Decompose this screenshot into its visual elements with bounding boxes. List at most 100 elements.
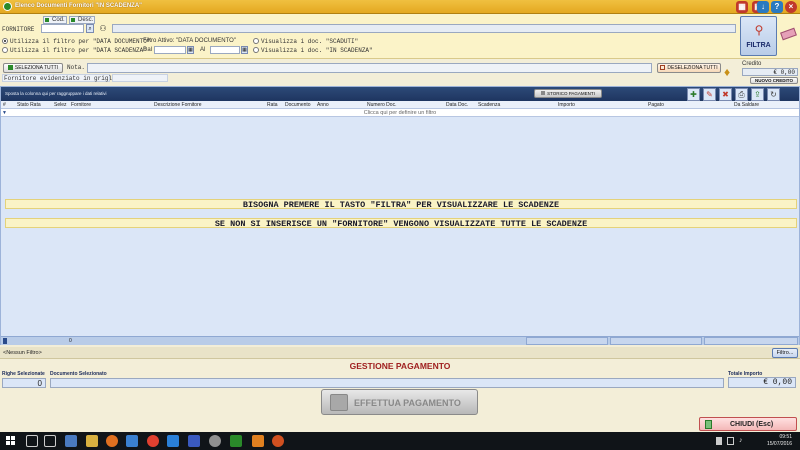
start-icon[interactable] <box>6 436 16 446</box>
total-importo-cell <box>526 337 608 345</box>
app-green-icon[interactable] <box>230 435 242 447</box>
dal-date-field[interactable] <box>154 46 186 54</box>
col-anno[interactable]: Anno <box>317 102 329 108</box>
chiudi-label: CHIUDI (Esc) <box>730 421 774 428</box>
seleziona-tutti-button[interactable]: SELEZIONA TUTTI <box>3 63 63 73</box>
chiudi-button[interactable]: CHIUDI (Esc) <box>699 417 797 431</box>
action-row: SELEZIONA TUTTI Nota. Fornitore evidenzi… <box>0 60 800 86</box>
fornitore-evidenziato-field <box>112 74 168 82</box>
col-index[interactable]: # <box>3 102 6 108</box>
totale-importo-value: € 0,00 <box>728 377 796 388</box>
fornitore-description-field[interactable] <box>112 24 736 33</box>
filtra-button[interactable]: ⚲ FILTRA <box>740 16 777 56</box>
settings-app-icon[interactable] <box>188 435 200 447</box>
uncheck-icon <box>660 65 666 71</box>
filter-icon: ⚲ <box>754 23 764 37</box>
total-da-saldare-cell <box>704 337 798 345</box>
col-pagato[interactable]: Pagato <box>648 102 664 108</box>
col-importo[interactable]: Importo <box>558 102 575 108</box>
help-icon[interactable]: ? <box>771 1 783 13</box>
message-premere-filtra: BISOGNA PREMERE IL TASTO "FILTRA" PER VI… <box>5 199 797 210</box>
tab-desc-icon <box>71 18 75 22</box>
app-gray-icon[interactable] <box>209 435 221 447</box>
col-documento[interactable]: Documento <box>285 102 311 108</box>
refresh-icon[interactable]: ↻ <box>767 88 780 101</box>
radio-data-scadenza[interactable] <box>2 47 8 53</box>
close-icon[interactable]: × <box>785 1 797 13</box>
nuovo-credito-button[interactable]: NUOVO CREDITO <box>750 77 798 84</box>
effettua-pagamento-button[interactable]: EFFETTUA PAGAMENTO <box>321 389 478 415</box>
print-icon[interactable]: ⎙ <box>735 88 748 101</box>
tab-cod[interactable]: Cod. <box>43 16 67 24</box>
tab-cod-icon <box>45 18 49 22</box>
calendar-icon[interactable]: ▦ <box>736 1 748 13</box>
radio-in-scadenza-label: Visualizza i doc. "IN SCADENZA" <box>261 47 373 54</box>
grid-filter-row[interactable]: ▼ Clicca qui per definire un filtro <box>1 109 799 117</box>
file-explorer-icon[interactable] <box>65 435 77 447</box>
check-icon <box>7 65 13 71</box>
filtro-attivo-label: Filtro Attivo: "DATA DOCUMENTO" <box>143 38 236 44</box>
history-icon <box>541 91 546 95</box>
edit-icon[interactable]: ✎ <box>703 88 716 101</box>
folder-icon[interactable] <box>86 435 98 447</box>
fornitore-label: FORNITORE <box>2 26 35 33</box>
tab-desc[interactable]: Desc. <box>69 16 95 24</box>
group-by-panel: Sposta la colonna qui per raggruppare i … <box>1 87 799 101</box>
tray-icon[interactable] <box>716 437 722 445</box>
filter-editor-button[interactable]: Filtro... <box>772 348 798 358</box>
clock-date[interactable]: 15/07/2016 <box>756 441 792 447</box>
seleziona-tutti-label: SELEZIONA TUTTI <box>14 65 59 71</box>
volume-icon[interactable]: ♪ <box>739 437 746 445</box>
deseleziona-tutti-button[interactable]: DESELEZIONA TUTTI <box>657 63 721 73</box>
gestione-pagamento-title: GESTIONE PAGAMENTO <box>349 361 451 371</box>
tab-desc-label: Desc. <box>78 17 94 23</box>
radio-in-scadenza[interactable] <box>253 47 259 53</box>
documento-selezionato-label: Documento Selezionato <box>50 371 107 377</box>
grid-footer-count: 0 <box>69 338 72 344</box>
firefox-icon[interactable] <box>106 435 118 447</box>
col-scadenza[interactable]: Scadenza <box>478 102 500 108</box>
network-icon[interactable] <box>727 437 734 445</box>
payment-icon <box>330 394 348 411</box>
radio-data-documento[interactable] <box>2 38 8 44</box>
binoculars-icon[interactable]: ⚇ <box>97 24 109 33</box>
dal-calendar-icon[interactable]: ▦ <box>187 46 194 54</box>
col-descrizione-fornitore[interactable]: Descrizione Fornitore <box>154 102 202 108</box>
col-selez[interactable]: Selez <box>54 102 67 108</box>
task-view-icon[interactable] <box>44 435 56 447</box>
download-icon[interactable]: ↓ <box>757 1 769 13</box>
vlc-icon[interactable] <box>252 435 264 447</box>
app-orange-icon[interactable] <box>272 435 284 447</box>
search-taskbar-icon[interactable] <box>26 435 38 447</box>
fornitore-evidenziato-label: Fornitore evidenziato in griglia. <box>2 74 123 82</box>
search-icon[interactable]: ⌕ <box>86 24 94 33</box>
col-stato-rata[interactable]: Stato Rata <box>17 102 41 108</box>
store-icon[interactable] <box>126 435 138 447</box>
filter-panel: Cod. Desc. FORNITORE ⌕ ⚇ Utilizza il fil… <box>0 14 800 59</box>
col-fornitore[interactable]: Fornitore <box>71 102 91 108</box>
col-rata[interactable]: Rata <box>267 102 278 108</box>
radio-scaduti-label: Visualizza i doc. "SCADUTI" <box>261 38 359 45</box>
storico-pagamenti-label: STORICO PAGAMENTI <box>547 91 595 96</box>
al-date-field[interactable] <box>210 46 240 54</box>
nota-label: Nota. <box>67 64 86 71</box>
col-da-saldare[interactable]: Da Saldare <box>734 102 759 108</box>
add-icon[interactable]: ✚ <box>687 88 700 101</box>
al-calendar-icon[interactable]: ▦ <box>241 46 248 54</box>
fornitore-code-field[interactable] <box>41 24 84 33</box>
delete-icon[interactable]: ✖ <box>719 88 732 101</box>
nota-field[interactable] <box>87 63 652 73</box>
col-data-doc[interactable]: Data Doc. <box>446 102 468 108</box>
filter-status-text: <Nessun Filtro> <box>3 350 42 356</box>
clock-time[interactable]: 09:51 <box>762 434 792 440</box>
row-indicator-icon <box>3 338 7 344</box>
storico-pagamenti-button[interactable]: STORICO PAGAMENTI <box>534 89 602 98</box>
radio-scaduti[interactable] <box>253 38 259 44</box>
col-numero-doc[interactable]: Numero Doc. <box>367 102 396 108</box>
chrome-icon[interactable] <box>147 435 159 447</box>
credito-value: € 0,00 <box>742 68 798 76</box>
ie-icon[interactable] <box>167 435 179 447</box>
effettua-pagamento-label: EFFETTUA PAGAMENTO <box>354 398 461 408</box>
deseleziona-tutti-label: DESELEZIONA TUTTI <box>667 65 718 71</box>
export-icon[interactable]: ⇪ <box>751 88 764 101</box>
